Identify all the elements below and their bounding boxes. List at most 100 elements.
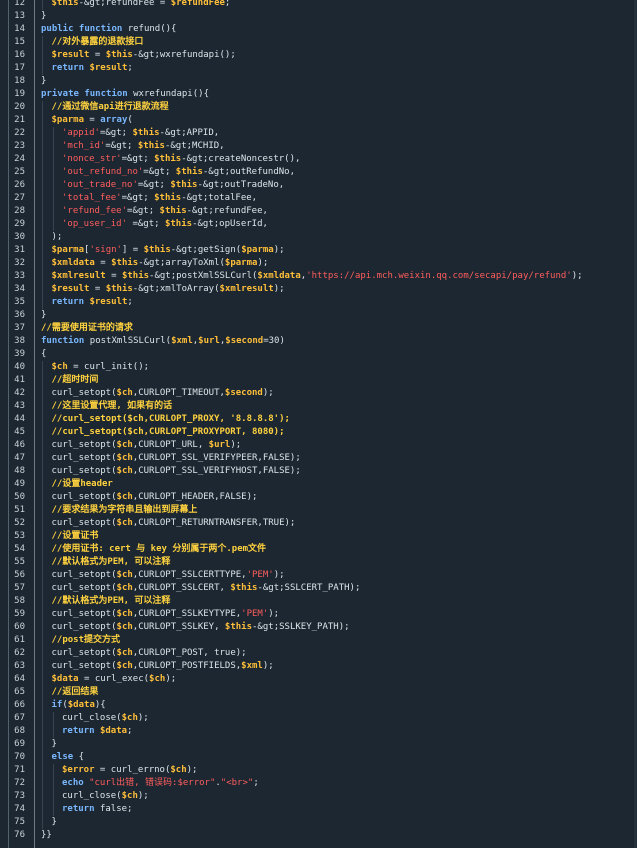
code-line[interactable]: 47 curl_setopt($ch,CURLOPT_SSL_VERIFYPEER… (0, 452, 637, 465)
comment-token: //默认格式为PEM, 可以注释 (51, 596, 171, 606)
code-line[interactable]: 48 curl_setopt($ch,CURLOPT_SSL_VERIFYHOST… (0, 465, 637, 478)
code-line[interactable]: 12 $this-&gt;refundFee = $refundFee; (0, 0, 637, 10)
line-number: 54 (14, 544, 25, 554)
code-line[interactable]: 52 curl_setopt($ch,CURLOPT_RETURNTRANSFER… (0, 517, 637, 530)
code-line[interactable]: 22 'appid'=&gt; $this-&gt;APPID, (0, 127, 637, 140)
code-line[interactable]: 18} (0, 75, 637, 88)
variable-token: $parma (51, 115, 85, 125)
line-number: 66 (14, 700, 25, 710)
code-line[interactable]: 65 //返回结果 (0, 686, 637, 699)
code-line[interactable]: 26 'out_trade_no'=&gt; $this-&gt;outTrade… (0, 179, 637, 192)
string-token: 'op_user_id' (62, 219, 128, 229)
code-line[interactable]: 58 //默认格式为PEM, 可以注释 (0, 595, 637, 608)
string-token: 'out_refund_no' (62, 167, 144, 177)
string-token: 'sign' (89, 245, 122, 255)
code-text: refund(){ (127, 24, 177, 34)
code-line[interactable]: 64 $data = curl_exec($ch); (0, 673, 637, 686)
code-line[interactable]: 27 'total_fee'=&gt; $this-&gt;totalFee, (0, 192, 637, 205)
code-line[interactable]: 71 $error = curl_errno($ch); (0, 764, 637, 777)
code-line[interactable]: 60 curl_setopt($ch,CURLOPT_SSLKEY, $this-… (0, 621, 637, 634)
code-line[interactable]: 32 $xmldata = $this-&gt;arrayToXml($parma… (0, 257, 637, 270)
comment-token: //设置证书 (51, 531, 99, 541)
code-line[interactable]: 20 //通过微信api进行退款流程 (0, 101, 637, 114)
code-area[interactable]: 12 $this-&gt;refundFee = $refundFee; 13} 14… (0, 0, 637, 842)
comment-token: //对外暴露的退款接口 (51, 37, 144, 47)
code-line[interactable]: 46 curl_setopt($ch,CURLOPT_URL, $url); (0, 439, 637, 452)
indent-guide (42, 374, 43, 387)
line-number: 46 (14, 440, 25, 450)
code-line[interactable]: 30); (0, 231, 637, 244)
code-line[interactable]: 67 curl_close($ch); (0, 712, 637, 725)
code-line[interactable]: 29 'op_user_id' =&gt; $this-&gt;opUserId, (0, 218, 637, 231)
code-line[interactable]: 44 //curl_setopt($ch,CURLOPT_PROXY, '8.8.… (0, 413, 637, 426)
code-line[interactable]: 16 $result = $this-&gt;wxrefundapi(); (0, 49, 637, 62)
line-content: if($data){ (30, 699, 637, 712)
code-line[interactable]: 68 return $data; (0, 725, 637, 738)
variable-token: $refundFee (170, 0, 225, 8)
code-line[interactable]: 70 else { (0, 751, 637, 764)
code-line[interactable]: 72 echo "curl出错, 错误码:$error"."<br>"; (0, 777, 637, 790)
code-line[interactable]: 14 public function refund(){ (0, 23, 637, 36)
code-line[interactable]: 43 //这里设置代理, 如果有的话 (0, 400, 637, 413)
indent-guide (42, 569, 43, 582)
code-line[interactable]: 55 //默认格式为PEM, 可以注释 (0, 556, 637, 569)
variable-token: $this (175, 167, 203, 177)
variable-token: $xmlresult (219, 284, 274, 294)
string-token: 'PEM' (241, 609, 269, 619)
variable-token: $this (154, 193, 182, 203)
code-line[interactable]: 50 curl_setopt($ch,CURLOPT_HEADER,FALSE); (0, 491, 637, 504)
line-content: //默认格式为PEM, 可以注释 (30, 556, 637, 569)
code-line[interactable]: 33 $xmlresult = $this-&gt;postXmlSSLCurl(… (0, 270, 637, 283)
code-line[interactable]: 36} (0, 309, 637, 322)
code-line[interactable]: 76}} (0, 829, 637, 842)
code-line[interactable]: 21 $parma = array( (0, 114, 637, 127)
code-line[interactable]: 57 curl_setopt($ch,CURLOPT_SSLCERT, $this… (0, 582, 637, 595)
indent-guide (42, 296, 43, 309)
code-line[interactable]: 25 'out_refund_no'=&gt; $this-&gt;outRefu… (0, 166, 637, 179)
code-text: ); (137, 713, 149, 723)
code-line[interactable]: 17 return $result; (0, 62, 637, 75)
code-line[interactable]: 38 function postXmlSSLCurl($xml,$url,$sec… (0, 335, 637, 348)
code-line[interactable]: 42 curl_setopt($ch,CURLOPT_TIMEOUT,$secon… (0, 387, 637, 400)
code-line[interactable]: 59 curl_setopt($ch,CURLOPT_SSLKEYTYPE,'PE… (0, 608, 637, 621)
code-line[interactable]: 51 //要求结果为字符串且输出到屏幕上 (0, 504, 637, 517)
variable-token: $parma (224, 258, 258, 268)
code-line[interactable]: 41 //超时时间 (0, 374, 637, 387)
code-line[interactable]: 15 //对外暴露的退款接口 (0, 36, 637, 49)
code-line[interactable]: 49 //设置header (0, 478, 637, 491)
code-line[interactable]: 28 'refund_fee'=&gt; $this-&gt;refundFee, (0, 205, 637, 218)
indent-guide (52, 725, 54, 738)
code-line[interactable]: 73 curl_close($ch); (0, 790, 637, 803)
indent-guide (42, 634, 43, 647)
code-line[interactable]: 54 //使用证书: cert 与 key 分别属于两个.pem文件 (0, 543, 637, 556)
code-line[interactable]: 23 'mch_id'=&gt; $this-&gt;MCHID, (0, 140, 637, 153)
code-line[interactable]: 53 //设置证书 (0, 530, 637, 543)
code-line[interactable]: 35 return $result; (0, 296, 637, 309)
code-line[interactable]: 13} (0, 10, 637, 23)
code-line[interactable]: 37 //需要使用证书的请求 (0, 322, 637, 335)
code-editor[interactable]: 12 $this-&gt;refundFee = $refundFee; 13} 14… (0, 0, 637, 848)
code-line[interactable]: 61 //post提交方式 (0, 634, 637, 647)
indent-guide (42, 803, 43, 816)
code-text: postXmlSSLCurl( (89, 336, 172, 346)
code-line[interactable]: 34 $result = $this-&gt;xmlToArray($xmlres… (0, 283, 637, 296)
code-line[interactable]: 45 //curl_setopt($ch,CURLOPT_PROXYPORT, 8… (0, 426, 637, 439)
code-line[interactable]: 63 curl_setopt($ch,CURLOPT_POSTFIELDS,$xm… (0, 660, 637, 673)
code-line[interactable]: 24 'nonce_str'=&gt; $this-&gt;createNonce… (0, 153, 637, 166)
code-line[interactable]: 69} (0, 738, 637, 751)
indent-guide (42, 790, 43, 803)
code-line[interactable]: 40 $ch = curl_init(); (0, 361, 637, 374)
code-line[interactable]: 31 $parma['sign'] = $this-&gt;getSign($pa… (0, 244, 637, 257)
line-content: function postXmlSSLCurl($xml,$url,$secon… (30, 335, 637, 348)
code-line[interactable]: 39 { (0, 348, 637, 361)
code-line[interactable]: 66 if($data){ (0, 699, 637, 712)
code-line[interactable]: 19 private function wxrefundapi(){ (0, 88, 637, 101)
code-line[interactable]: 75} (0, 816, 637, 829)
code-line[interactable]: 62 curl_setopt($ch,CURLOPT_POST, true); (0, 647, 637, 660)
line-content: //需要使用证书的请求 (30, 322, 637, 335)
code-line[interactable]: 74 return false; (0, 803, 637, 816)
code-line[interactable]: 56 curl_setopt($ch,CURLOPT_SSLCERTTYPE,'P… (0, 569, 637, 582)
code-text: false; (99, 804, 133, 814)
line-number: 12 (14, 0, 25, 8)
line-content: 'out_trade_no'=&gt; $this-&gt;outTradeNo… (30, 179, 637, 192)
